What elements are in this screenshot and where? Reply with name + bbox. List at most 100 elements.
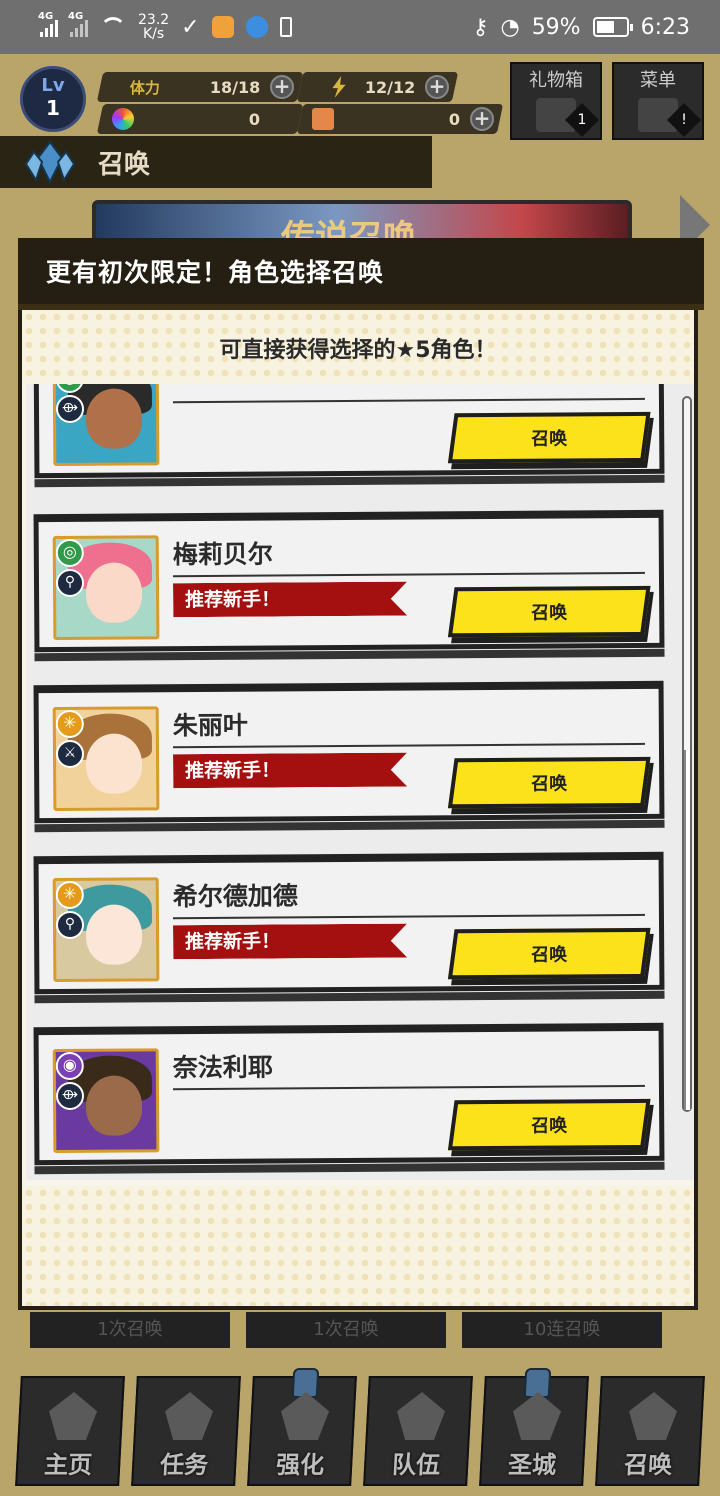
key-icon: ⚷ [472,14,489,40]
lightning-icon [328,76,350,98]
status-right: ⚷ ◔ 59% 6:23 [472,15,690,40]
nav-home[interactable]: 主页 [15,1376,125,1486]
character-portrait: ◎ ⟴ [52,384,160,467]
rainbow-gem-icon [112,108,134,130]
network-speed-value: 23.2 [138,12,170,28]
divider [172,397,645,404]
scrollbar-thumb[interactable] [684,750,690,1110]
modal-top-pattern: 可直接获得选择的★5角色！ [22,310,694,384]
nav-enhance[interactable]: 强化 [247,1368,357,1486]
energy-bar: 12/12 + [296,72,459,102]
summon-button[interactable]: 召唤 [447,756,651,809]
character-list[interactable]: ◎ ⟴ 召唤 ◎ ⚲ 梅莉贝尔 推荐新手！ 召唤 ✳ [26,384,694,1180]
character-name: 希尔德加德 [172,881,298,912]
summon-crystal-icon [24,140,76,184]
gift-box-label: 礼物箱 [529,70,583,91]
modal-title: 更有初次限定！角色选择召唤 [46,258,385,287]
status-left: 4G 4G 23.2 K/s ✓ [38,11,292,42]
summon-button-label: 召唤 [531,773,568,795]
nav-holy-city[interactable]: 圣城 [479,1368,589,1486]
modal-header: 更有初次限定！角色选择召唤 [18,238,704,310]
character-name: 梅莉贝尔 [172,539,273,570]
menu-alert: ! [681,112,687,128]
ticket-icon [312,108,334,130]
app-notification-icon-2 [245,16,268,38]
summon-button[interactable]: 召唤 [447,927,651,980]
menu-alert-badge: ! [667,103,701,137]
battery-icon [592,17,633,37]
add-stamina-button[interactable]: + [270,74,294,99]
player-level-badge[interactable]: Lv 1 [20,66,86,132]
quest-scroll-icon [164,1392,215,1440]
stamina-value: 18/18 [209,77,260,97]
list-scrollbar[interactable] [682,396,692,1112]
speedometer-icon: ◔ [500,14,520,40]
gift-box-button[interactable]: 礼物箱 1 [510,62,602,140]
recommended-ribbon: 推荐新手！ [173,753,407,789]
wind-element-icon: ◎ [55,538,84,568]
section-header: 召唤 [0,136,432,188]
light-element-icon: ✳ [55,880,84,910]
divider [172,742,645,749]
character-portrait: ◉ ⟴ [52,1048,160,1154]
wifi-icon [100,17,126,37]
summon-button-label: 召唤 [531,944,568,966]
summon-button[interactable]: 召唤 [447,1098,651,1151]
signal-icon: 4G [38,11,58,37]
ticket-bar: 0 + [296,104,504,134]
battery-saver-icon [279,17,292,37]
add-ticket-button[interactable]: + [470,106,494,131]
stamina-label: 体力 [129,79,160,97]
hammer-icon [280,1392,331,1440]
character-portrait: ✳ ⚔ [52,706,160,812]
summon-button[interactable]: 召唤 [447,585,651,638]
network-type-label-2: 4G [68,11,84,22]
nav-label: 强化 [275,1451,325,1479]
role-icon: ⟴ [55,394,85,424]
game-top-hud: Lv 1 体力 18/18 + 12/12 + 0 0 + 礼物箱 1 菜单 !… [0,54,720,189]
summon-crystal-icon [628,1392,679,1440]
level-label: Lv [41,75,65,96]
nav-team[interactable]: 队伍 [363,1376,473,1486]
level-value: 1 [46,96,60,120]
nav-label: 任务 [159,1451,209,1479]
character-portrait: ✳ ⚲ [52,877,160,983]
stamina-bar: 体力 18/18 + [96,72,304,102]
character-name: 朱丽叶 [172,710,248,741]
check-icon: ✓ [181,14,200,40]
gem-value: 0 [248,109,260,129]
nav-label: 召唤 [623,1451,673,1479]
menu-button[interactable]: 菜单 ! [612,62,704,140]
nav-label: 圣城 [507,1451,557,1479]
nav-summon[interactable]: 召唤 [595,1376,705,1486]
clock: 6:23 [640,14,690,40]
system-status-bar: 4G 4G 23.2 K/s ✓ ⚷ ◔ 59% 6:23 [0,0,720,54]
recommended-ribbon: 推荐新手！ [173,582,407,618]
list-item: ◎ ⟴ 召唤 [33,384,665,479]
signal-icon-2: 4G [68,11,88,37]
summon-button[interactable]: 召唤 [447,411,651,464]
summon-tab-2[interactable]: 1次召唤 [246,1312,446,1348]
summon-tab-1[interactable]: 1次召唤 [30,1312,230,1348]
gem-bar: 0 [96,104,304,134]
add-energy-button[interactable]: + [425,74,449,99]
modal-subtitle: 可直接获得选择的★5角色！ [219,338,497,363]
energy-value: 12/12 [364,77,415,97]
modal-bottom-pattern [22,1186,694,1306]
role-icon: ⟴ [55,1081,85,1111]
list-item: ✳ ⚔ 朱丽叶 推荐新手！ 召唤 [33,680,665,824]
section-title: 召唤 [98,149,151,180]
gift-count-badge: 1 [565,103,599,137]
battery-percent: 59% [531,14,581,40]
divider [172,913,645,920]
team-helmet-icon [396,1392,447,1440]
bottom-navigation: 主页 任务 强化 队伍 圣城 召唤 [0,1368,720,1496]
castle-icon [512,1392,563,1440]
role-icon: ⚲ [55,910,85,940]
light-element-icon: ✳ [55,709,84,739]
nav-quest[interactable]: 任务 [131,1376,241,1486]
divider [172,571,645,578]
network-speed-unit: K/s [142,26,165,42]
character-select-modal: 可直接获得选择的★5角色！ ◎ ⟴ 召唤 ◎ ⚲ 梅莉贝尔 推荐 [18,310,698,1310]
summon-tab-10[interactable]: 10连召唤 [462,1312,662,1348]
